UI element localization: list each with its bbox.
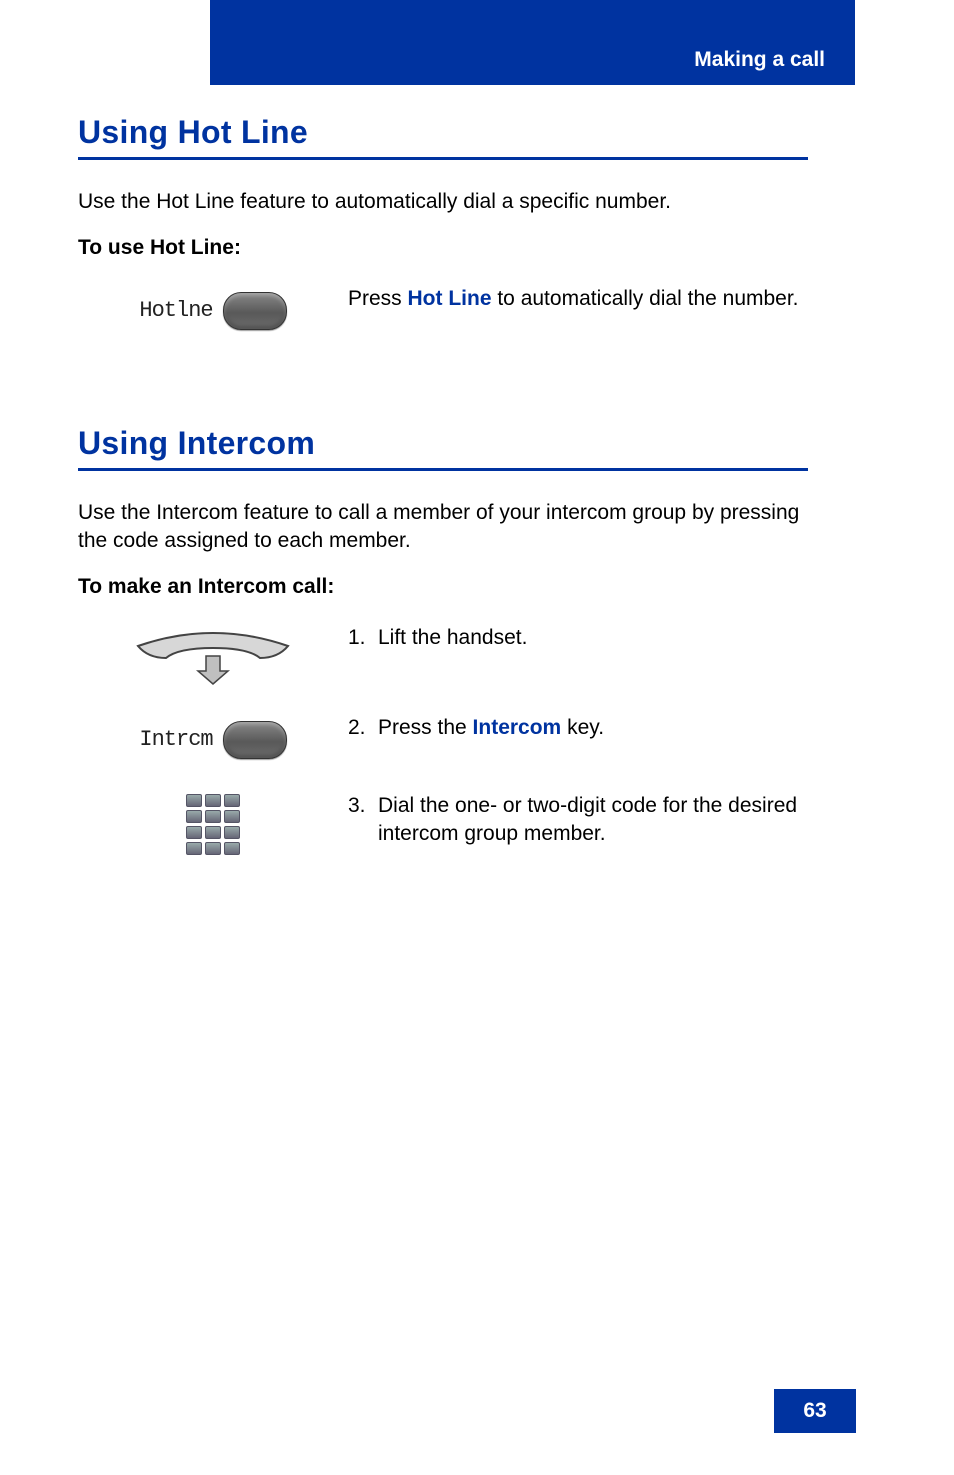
heading-rule-2 <box>78 468 808 471</box>
section-heading-intercom: Using Intercom <box>78 425 818 462</box>
content-area: Using Hot Line Use the Hot Line feature … <box>78 100 818 883</box>
page: Making a call Using Hot Line Use the Hot… <box>0 0 954 1475</box>
step3-number: 3. <box>348 792 376 820</box>
intercom-step2-row: Intrcm 2. Press the Intercom key. <box>78 714 818 764</box>
intercom-button-label: Intrcm <box>139 727 212 752</box>
hotline-intro: Use the Hot Line feature to automaticall… <box>78 188 818 216</box>
step3-body: Dial the one- or two-digit code for the … <box>378 792 818 849</box>
hotline-button-label: Hotlne <box>139 298 212 323</box>
page-number: 63 <box>803 1399 826 1423</box>
handset-icon <box>128 626 298 686</box>
intercom-step1-text: 1. Lift the handset. <box>348 624 818 652</box>
hotline-step-text: Press Hot Line to automatically dial the… <box>348 285 818 313</box>
step2-number: 2. <box>348 714 376 742</box>
page-number-box: 63 <box>774 1389 856 1433</box>
text-pre: Press <box>348 287 408 310</box>
step1-body: Lift the handset. <box>378 624 818 652</box>
intercom-step1-row: 1. Lift the handset. <box>78 624 818 686</box>
intercom-step3-row: 3. Dial the one- or two-digit code for t… <box>78 792 818 855</box>
hotline-emph: Hot Line <box>408 287 492 310</box>
header-title: Making a call <box>694 48 825 72</box>
step1-number: 1. <box>348 624 376 652</box>
intercom-step2-text: 2. Press the Intercom key. <box>348 714 818 742</box>
soft-button-icon <box>223 292 287 330</box>
soft-button-icon-2 <box>223 721 287 759</box>
keypad-icon <box>186 794 240 855</box>
section-heading-hotline: Using Hot Line <box>78 114 818 151</box>
text-post: to automatically dial the number. <box>492 287 799 310</box>
hotline-subhead: To use Hot Line: <box>78 234 818 262</box>
hotline-icon-col: Hotlne <box>78 285 348 335</box>
keypad-icon-col <box>78 792 348 855</box>
intercom-emph: Intercom <box>473 716 562 739</box>
intercom-subhead: To make an Intercom call: <box>78 573 818 601</box>
hotline-step-row: Hotlne Press Hot Line to automatically d… <box>78 285 818 335</box>
intercom-step3-text: 3. Dial the one- or two-digit code for t… <box>348 792 818 849</box>
intercom-button-col: Intrcm <box>78 714 348 764</box>
heading-rule <box>78 157 808 160</box>
handset-icon-col <box>78 624 348 686</box>
step2-pre: Press the <box>378 716 473 739</box>
step2-post: key. <box>561 716 604 739</box>
header-bar: Making a call <box>210 0 855 85</box>
intercom-intro: Use the Intercom feature to call a membe… <box>78 499 818 556</box>
